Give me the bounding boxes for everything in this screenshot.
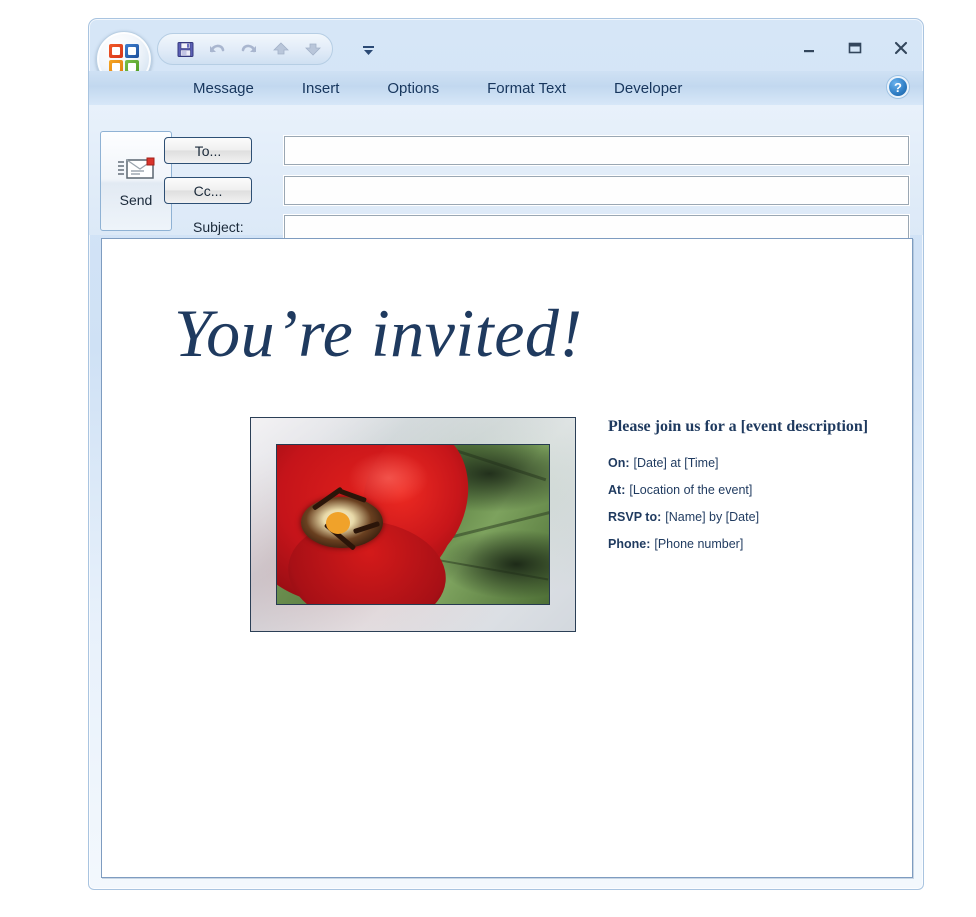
send-button[interactable]: Send [100,131,172,231]
help-glyph: ? [894,79,902,95]
tab-label: Format Text [487,79,567,97]
office-logo-glyph [109,44,139,74]
compose-header: Send To... Cc... Subject: [89,105,923,244]
undo-icon[interactable] [206,38,228,60]
photo-image [276,444,550,605]
cc-button[interactable]: Cc... [164,177,252,204]
orb-quadrant-red [109,44,123,58]
detail-line-at: At: [Location of the event] [608,483,908,497]
subject-label: Subject: [193,219,244,235]
outlook-compose-window: Message Insert Options Format Text Devel… [88,18,924,890]
tab-label: Options [387,79,440,97]
detail-value: [Location of the event] [629,483,753,498]
detail-value: [Date] at [Time] [633,456,719,471]
send-envelope-icon [118,157,155,179]
window-controls [797,37,913,59]
to-button-label: To... [194,142,222,159]
tab-options[interactable]: Options [363,71,463,105]
close-button[interactable] [889,37,913,59]
invitation-details: Please join us for a [event description]… [608,417,908,564]
detail-label: At: [608,483,626,498]
message-body[interactable]: You’re invited! Please join us for a [ev… [101,238,913,878]
detail-label: On: [608,456,630,471]
tab-insert[interactable]: Insert [278,71,364,105]
save-icon[interactable] [174,38,196,60]
help-icon[interactable]: ? [887,76,909,98]
detail-line-on: On: [Date] at [Time] [608,456,908,470]
detail-label: RSVP to: [608,510,662,525]
tab-label: Developer [614,79,683,97]
next-item-icon[interactable] [302,38,324,60]
previous-item-icon[interactable] [270,38,292,60]
orb-quadrant-blue [125,44,139,58]
minimize-button[interactable] [797,37,821,59]
invitation-subheading: Please join us for a [event description] [608,418,869,435]
invitation-photo[interactable] [250,417,576,632]
to-button[interactable]: To... [164,137,252,164]
quick-access-toolbar [157,33,333,65]
to-input[interactable] [284,136,909,165]
detail-value: [Name] by [Date] [665,510,760,525]
detail-value: [Phone number] [654,537,744,552]
cc-button-label: Cc... [193,182,223,199]
restore-button[interactable] [843,37,867,59]
tab-developer[interactable]: Developer [590,71,706,105]
tab-label: Message [193,79,254,97]
send-label: Send [119,192,153,208]
redo-icon[interactable] [238,38,260,60]
invitation-heading: You’re invited! [174,295,583,371]
ribbon-tab-strip: Message Insert Options Format Text Devel… [89,71,923,106]
detail-line-rsvp: RSVP to: [Name] by [Date] [608,510,908,524]
tab-message[interactable]: Message [169,71,278,105]
tab-label: Insert [301,79,340,97]
detail-line-phone: Phone: [Phone number] [608,537,908,551]
cc-input[interactable] [284,176,909,205]
detail-label: Phone: [608,537,651,552]
title-bar [89,19,923,87]
ribbon-tab-list: Message Insert Options Format Text Devel… [169,71,706,105]
customize-qat-chevron-down-icon[interactable] [361,43,375,57]
tab-format-text[interactable]: Format Text [463,71,590,105]
